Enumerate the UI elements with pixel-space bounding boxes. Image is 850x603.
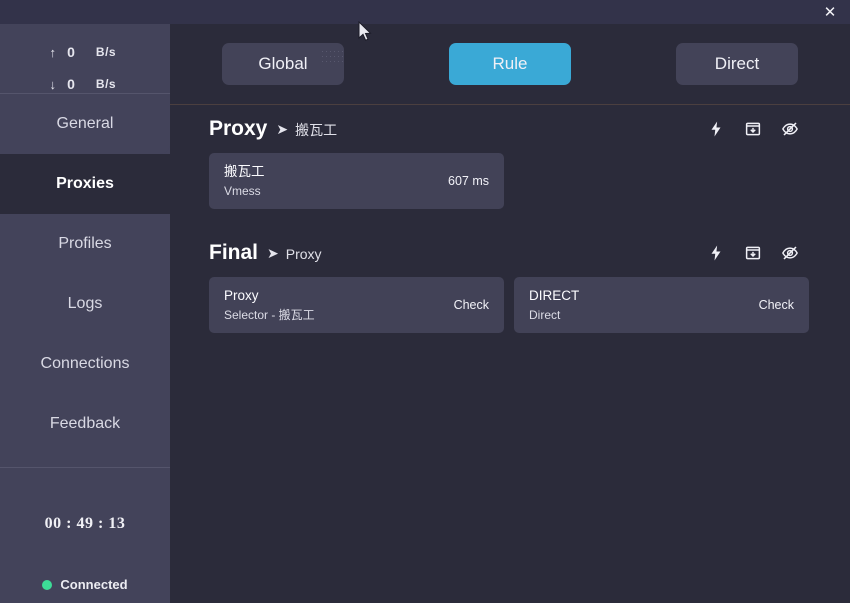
sidebar-item-label: Connections bbox=[40, 355, 130, 372]
proxy-groups: Proxy ➤ 搬瓦工 搬瓦工 Vmess 607 ms Final ➤ Pro… bbox=[170, 105, 850, 333]
final-group-title: Final ➤ Proxy bbox=[209, 241, 707, 265]
upload-arrow-icon: ↑ bbox=[49, 44, 57, 60]
proxy-card-subtitle: Direct bbox=[529, 308, 561, 323]
proxy-card-subtitle: Selector - 搬瓦工 bbox=[224, 308, 315, 323]
connection-status-label: Connected bbox=[60, 577, 128, 592]
sidebar-item-label: Feedback bbox=[49, 415, 121, 432]
sidebar-menu: General Proxies Profiles Logs Connection… bbox=[0, 94, 170, 454]
sidebar-item-label: General bbox=[56, 115, 114, 132]
sidebar-item-connections[interactable]: Connections bbox=[0, 334, 170, 394]
proxy-card-title: DIRECT bbox=[529, 288, 580, 304]
mode-button-label: Rule bbox=[492, 54, 528, 73]
final-group-name: Final bbox=[209, 241, 259, 264]
session-timer: 00 : 49 : 13 bbox=[44, 515, 126, 532]
proxy-card-check-button[interactable]: Check bbox=[759, 298, 794, 312]
eye-off-icon[interactable] bbox=[781, 244, 799, 262]
proxy-card-text: DIRECT Direct bbox=[529, 287, 749, 323]
sidebar-item-general[interactable]: General bbox=[0, 94, 170, 154]
app-window: ✕ ↑ 0 B/s ↓ 0 B/s General Proxies Profil… bbox=[0, 0, 850, 603]
final-group-cards: Proxy Selector - 搬瓦工 Check DIRECT Direct… bbox=[0, 277, 850, 333]
upload-speed-value: 0 bbox=[67, 44, 75, 60]
upload-speed-row: ↑ 0 B/s bbox=[0, 36, 170, 68]
eye-off-icon[interactable] bbox=[781, 120, 799, 138]
upload-speed-unit: B/s bbox=[95, 45, 117, 59]
proxy-group-header: Proxy ➤ 搬瓦工 bbox=[170, 105, 850, 153]
download-arrow-icon: ↓ bbox=[49, 76, 57, 92]
proxy-card-title: Proxy bbox=[224, 288, 259, 304]
title-bar: ✕ bbox=[0, 0, 850, 24]
proxy-group: Final ➤ Proxy Proxy Selector - 搬瓦工 Check… bbox=[170, 229, 850, 333]
final-group-header: Final ➤ Proxy bbox=[170, 229, 850, 277]
proxy-card-text: 搬瓦工 Vmess bbox=[224, 163, 438, 199]
mode-button-direct[interactable]: Direct bbox=[676, 43, 798, 85]
proxy-card-title: 搬瓦工 bbox=[224, 164, 265, 180]
download-speed-value: 0 bbox=[67, 76, 75, 92]
proxy-group-cards: 搬瓦工 Vmess 607 ms bbox=[0, 153, 850, 209]
collapse-icon[interactable] bbox=[744, 120, 762, 138]
proxy-group-selected: 搬瓦工 bbox=[295, 122, 338, 138]
close-icon[interactable]: ✕ bbox=[816, 0, 850, 24]
proxy-card[interactable]: Proxy Selector - 搬瓦工 Check bbox=[209, 277, 504, 333]
proxy-card[interactable]: DIRECT Direct Check bbox=[514, 277, 809, 333]
proxy-group-title: Proxy ➤ 搬瓦工 bbox=[209, 117, 707, 141]
proxy-group-actions bbox=[707, 120, 799, 138]
lightning-icon[interactable] bbox=[707, 120, 725, 138]
main-content: Global Rule Direct Proxy ➤ 搬瓦工 搬瓦工 Vmess… bbox=[170, 24, 850, 603]
proxy-card-check-button[interactable]: Check bbox=[454, 298, 489, 312]
arrow-right-icon: ➤ bbox=[267, 245, 279, 261]
lightning-icon[interactable] bbox=[707, 244, 725, 262]
status-dot-icon bbox=[42, 579, 53, 590]
final-group-selected: Proxy bbox=[285, 246, 322, 262]
final-group-actions bbox=[707, 244, 799, 262]
sidebar-item-profiles[interactable]: Profiles bbox=[0, 214, 170, 274]
status-block: 00 : 49 : 13 Connected bbox=[0, 467, 170, 592]
proxy-card-text: Proxy Selector - 搬瓦工 bbox=[224, 287, 444, 323]
mode-button-label: Direct bbox=[714, 54, 760, 73]
sidebar-item-feedback[interactable]: Feedback bbox=[0, 394, 170, 454]
proxy-card[interactable]: 搬瓦工 Vmess 607 ms bbox=[209, 153, 504, 209]
proxy-card-latency[interactable]: 607 ms bbox=[448, 174, 489, 188]
proxy-group: Proxy ➤ 搬瓦工 搬瓦工 Vmess 607 ms bbox=[170, 105, 850, 209]
mode-selector: Global Rule Direct bbox=[170, 24, 850, 105]
download-speed-unit: B/s bbox=[95, 77, 117, 91]
mode-button-label: Global bbox=[258, 54, 308, 73]
proxy-card-subtitle: Vmess bbox=[224, 184, 261, 199]
mode-button-rule[interactable]: Rule bbox=[449, 43, 571, 85]
proxy-group-name: Proxy bbox=[209, 117, 268, 140]
speed-indicator: ↑ 0 B/s ↓ 0 B/s bbox=[0, 24, 170, 93]
sidebar-item-label: Profiles bbox=[58, 235, 112, 252]
arrow-right-icon: ➤ bbox=[276, 121, 289, 137]
mode-button-global[interactable]: Global bbox=[222, 43, 344, 85]
collapse-icon[interactable] bbox=[744, 244, 762, 262]
connection-status: Connected bbox=[0, 577, 170, 592]
